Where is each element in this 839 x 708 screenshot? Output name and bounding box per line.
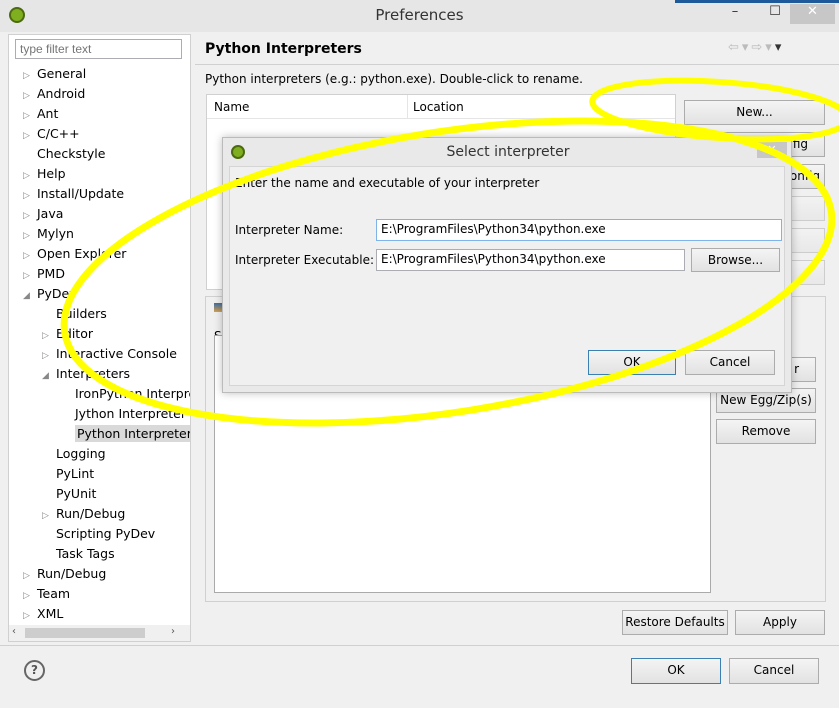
highlight-ellipse-dialog [60,117,836,427]
highlight-annotations [60,77,839,427]
